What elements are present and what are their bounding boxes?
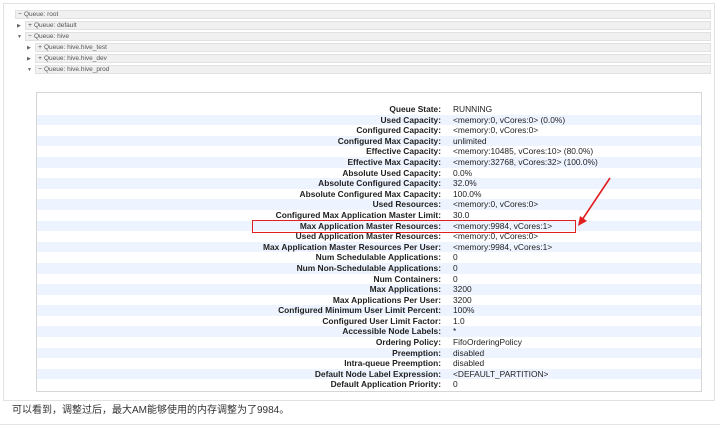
detail-value: FifoOrderingPolicy bbox=[453, 337, 522, 348]
collapse-icon[interactable]: − bbox=[36, 66, 44, 74]
detail-row: Queue State: RUNNING bbox=[37, 104, 701, 115]
detail-key: Configured Minimum User Limit Percent: bbox=[278, 305, 441, 316]
detail-key: Default Node Label Expression: bbox=[314, 368, 441, 379]
detail-row: Used Application Master Resources: <memor… bbox=[37, 231, 701, 242]
detail-value: 0 bbox=[453, 262, 458, 273]
caret-down-icon[interactable]: ▼ bbox=[27, 67, 32, 73]
detail-value: unlimited bbox=[453, 135, 487, 146]
queue-hive-prod[interactable]: − Queue: hive.hive_prod bbox=[35, 65, 711, 74]
detail-value: 3200 bbox=[453, 294, 472, 305]
detail-value: 3200 bbox=[453, 284, 472, 295]
detail-key: Max Application Master Resources: bbox=[299, 220, 441, 231]
detail-row: Max Applications Per User: 3200 bbox=[37, 294, 701, 306]
expand-icon[interactable]: + bbox=[36, 44, 44, 52]
detail-key: Num Containers: bbox=[373, 273, 441, 284]
queue-label: Queue: hive.hive_test bbox=[44, 44, 107, 51]
queue-root[interactable]: − Queue: root bbox=[15, 10, 711, 19]
detail-value: 0 bbox=[453, 379, 458, 390]
queue-label: Queue: hive.hive_dev bbox=[44, 55, 107, 62]
detail-row: Num Containers: 0 bbox=[37, 273, 701, 285]
detail-value: 1.0 bbox=[453, 315, 465, 326]
detail-key: Absolute Configured Max Capacity: bbox=[299, 188, 441, 199]
detail-key: Max Applications: bbox=[369, 284, 441, 295]
detail-value: <memory:32768, vCores:32> (100.0%) bbox=[453, 156, 598, 167]
queue-label: Queue: hive bbox=[34, 33, 70, 40]
queue-hive[interactable]: − Queue: hive bbox=[25, 32, 711, 41]
detail-key: Configured Capacity: bbox=[356, 125, 441, 136]
queue-default[interactable]: + Queue: default bbox=[25, 21, 711, 30]
queue-details-panel: Queue State: RUNNING Used Capacity: <memory… bbox=[36, 92, 702, 392]
expand-icon[interactable]: + bbox=[36, 55, 44, 63]
detail-row: Num Schedulable Applications: 0 bbox=[37, 252, 701, 263]
detail-row: Num Non-Schedulable Applications: 0 bbox=[37, 262, 701, 274]
detail-row: Effective Capacity: <memory:10485, vCores… bbox=[37, 146, 701, 157]
detail-key: Ordering Policy: bbox=[375, 337, 441, 348]
detail-row: Default Application Priority: 0 bbox=[37, 379, 701, 391]
detail-key: Absolute Used Capacity: bbox=[342, 167, 441, 178]
detail-value: <memory:9984, vCores:1> bbox=[453, 241, 553, 252]
detail-key: Configured User Limit Factor: bbox=[322, 315, 441, 326]
detail-key: Num Non-Schedulable Applications: bbox=[296, 262, 441, 273]
detail-row: Max Applications: 3200 bbox=[37, 284, 701, 295]
queue-hive-test[interactable]: + Queue: hive.hive_test bbox=[35, 43, 711, 52]
divider bbox=[0, 424, 720, 425]
detail-row: Accessible Node Labels: * bbox=[37, 326, 701, 338]
detail-key: Used Application Master Resources: bbox=[295, 231, 441, 242]
detail-row: Default Node Label Expression: <DEFAULT_P… bbox=[37, 368, 701, 380]
detail-value: 100% bbox=[453, 305, 475, 316]
queue-label: Queue: hive.hive_prod bbox=[44, 66, 110, 73]
detail-value: 0 bbox=[453, 273, 458, 284]
detail-value: <DEFAULT_PARTITION> bbox=[453, 368, 549, 379]
detail-key: Num Schedulable Applications: bbox=[315, 252, 441, 263]
detail-value: disabled bbox=[453, 347, 485, 358]
caret-right-icon[interactable]: ▶ bbox=[17, 23, 21, 29]
detail-value: RUNNING bbox=[453, 104, 493, 114]
detail-key: Default Application Priority: bbox=[330, 379, 441, 390]
detail-key: Queue State: bbox=[389, 104, 441, 114]
detail-value: <memory:10485, vCores:10> (80.0%) bbox=[453, 146, 594, 157]
detail-value: 0 bbox=[453, 252, 458, 263]
article-caption: 可以看到，调整过后，最大AM能够使用的内存调整为了9984。 bbox=[12, 405, 290, 416]
detail-key: Effective Max Capacity: bbox=[347, 156, 441, 167]
detail-key: Configured Max Capacity: bbox=[337, 135, 441, 146]
caret-right-icon[interactable]: ▶ bbox=[27, 56, 31, 62]
panel-header bbox=[37, 93, 701, 103]
caret-right-icon[interactable]: ▶ bbox=[27, 45, 31, 51]
detail-row: Effective Max Capacity: <memory:32768, vC… bbox=[37, 156, 701, 168]
detail-row: Ordering Policy: FifoOrderingPolicy bbox=[37, 337, 701, 348]
detail-key: Max Applications Per User: bbox=[332, 294, 441, 305]
detail-row: Preemption: disabled bbox=[37, 347, 701, 359]
detail-key: Preemption: bbox=[392, 347, 441, 358]
detail-key: Absolute Configured Capacity: bbox=[318, 178, 441, 189]
queue-details-table: Queue State: RUNNING Used Capacity: <memory… bbox=[37, 104, 701, 391]
collapse-icon[interactable]: − bbox=[26, 33, 34, 41]
detail-key: Used Resources: bbox=[372, 199, 441, 210]
detail-value: <memory:0, vCores:0> bbox=[453, 125, 539, 136]
expand-icon[interactable]: + bbox=[26, 22, 34, 30]
arrow-annotation-icon bbox=[578, 177, 611, 226]
detail-key: Effective Capacity: bbox=[366, 146, 441, 157]
detail-key: Intra-queue Preemption: bbox=[344, 358, 441, 369]
collapse-icon[interactable]: − bbox=[16, 11, 24, 19]
detail-value: <memory:0, vCores:0> bbox=[453, 231, 539, 242]
detail-row: Configured Capacity: <memory:0, vCores:0> bbox=[37, 125, 701, 136]
detail-value: <memory:0, vCores:0> (0.0%) bbox=[453, 114, 566, 125]
detail-row: Intra-queue Preemption: disabled bbox=[37, 358, 701, 369]
detail-key: Max Application Master Resources Per Use… bbox=[263, 241, 441, 252]
detail-row: Configured User Limit Factor: 1.0 bbox=[37, 315, 701, 327]
detail-row: Used Capacity: <memory:0, vCores:0> (0.0%… bbox=[37, 114, 701, 126]
scheduler-frame: − Queue: root ▶ + Queue: default ▼ − Queue:… bbox=[3, 3, 715, 401]
caret-down-icon[interactable]: ▼ bbox=[17, 34, 22, 40]
detail-key: Accessible Node Labels: bbox=[342, 326, 441, 337]
queue-label: Queue: root bbox=[24, 11, 59, 18]
detail-row: Configured Minimum User Limit Percent: 10… bbox=[37, 305, 701, 316]
queue-label: Queue: default bbox=[34, 22, 77, 29]
detail-value: * bbox=[453, 326, 457, 337]
queue-hive-dev[interactable]: + Queue: hive.hive_dev bbox=[35, 54, 711, 63]
detail-row: Configured Max Capacity: unlimited bbox=[37, 135, 701, 147]
detail-row: Max Application Master Resources Per Use… bbox=[37, 241, 701, 253]
detail-value: disabled bbox=[453, 358, 485, 369]
detail-key: Configured Max Application Master Limit: bbox=[275, 209, 441, 220]
detail-key: Used Capacity: bbox=[380, 114, 441, 125]
